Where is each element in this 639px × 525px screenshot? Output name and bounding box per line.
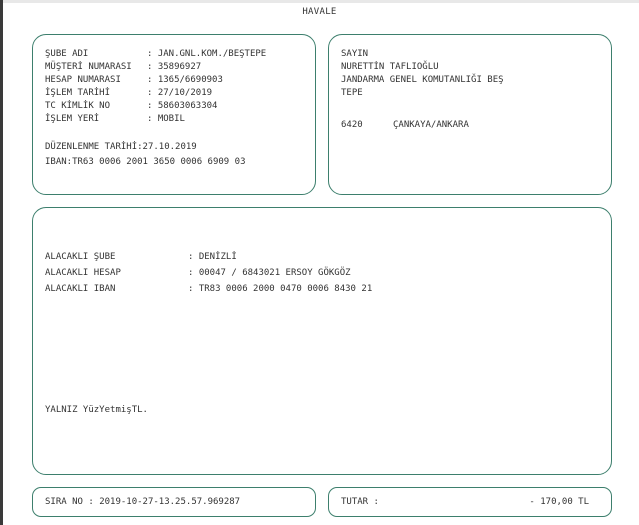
top-edge (0, 0, 639, 3)
beneficiary-branch-label: ALACAKLI ŞUBE (45, 252, 116, 262)
beneficiary-account-row: ALACAKLI HESAP: 00047 / 6843021 ERSOY GÖ… (45, 268, 351, 278)
left-edge (0, 0, 3, 525)
branch-value: JAN.GNL.KOM./BEŞTEPE (157, 49, 267, 59)
recipient-address-box: SAYIN NURETTİN TAFLIOĞLU JANDARMA GENEL … (328, 34, 612, 195)
beneficiary-branch-value: DENİZLİ (198, 252, 237, 262)
salutation: SAYIN (341, 49, 369, 59)
total-box: TUTAR : - 170,00 TL (328, 487, 612, 517)
beneficiary-iban-value: TR83 0006 2000 0470 0006 8430 21 (198, 284, 373, 294)
total-label: TUTAR : (341, 497, 379, 507)
customer-number-row: MÜŞTERİ NUMARASI: 35896927 (45, 62, 202, 72)
transaction-date-value: 27/10/2019 (157, 88, 213, 98)
recipient-name: NURETTİN TAFLIOĞLU (341, 62, 439, 72)
branch-row: ŞUBE ADI: JAN.GNL.KOM./BEŞTEPE (45, 49, 267, 59)
account-number-value: 1365/6690903 (157, 75, 223, 85)
national-id-value: 58603063304 (157, 101, 218, 111)
issue-date: DÜZENLENME TARİHİ:27.10.2019 (45, 142, 197, 152)
sequence-number: SIRA NO : 2019-10-27-13.25.57.969287 (45, 497, 240, 508)
recipient-org: JANDARMA GENEL KOMUTANLIĞI BEŞ (341, 75, 504, 85)
transaction-place-value: MOBIL (157, 114, 185, 124)
transaction-date-label: İŞLEM TARİHİ (45, 88, 111, 98)
national-id-label: TC KİMLİK NO (45, 101, 111, 111)
amount-in-words: YALNIZ YüzYetmişTL. (45, 405, 148, 415)
national-id-row: TC KİMLİK NO: 58603063304 (45, 101, 218, 111)
account-number-row: HESAP NUMARASI: 1365/6690903 (45, 75, 223, 85)
account-number-label: HESAP NUMARASI (45, 75, 121, 85)
beneficiary-box: ALACAKLI ŞUBE: DENİZLİ ALACAKLI HESAP: 0… (32, 207, 612, 475)
sequence-label: SIRA NO : (45, 497, 94, 507)
sequence-value: 2019-10-27-13.25.57.969287 (99, 497, 241, 507)
customer-number-label: MÜŞTERİ NUMARASI (45, 62, 132, 72)
document-title: HAVALE (302, 7, 337, 17)
beneficiary-iban-row: ALACAKLI IBAN: TR83 0006 2000 0470 0006 … (45, 284, 373, 294)
beneficiary-iban-label: ALACAKLI IBAN (45, 284, 116, 294)
beneficiary-account-value: 00047 / 6843021 ERSOY GÖKGÖZ (198, 268, 351, 278)
transaction-place-row: İŞLEM YERİ: MOBIL (45, 114, 185, 124)
customer-number-value: 35896927 (157, 62, 202, 72)
transaction-date-row: İŞLEM TARİHİ: 27/10/2019 (45, 88, 213, 98)
branch-label: ŞUBE ADI (45, 49, 89, 59)
district: ÇANKAYA/ANKARA (393, 120, 469, 130)
transaction-place-label: İŞLEM YERİ (45, 114, 100, 124)
sequence-box: SIRA NO : 2019-10-27-13.25.57.969287 (32, 487, 316, 517)
beneficiary-branch-row: ALACAKLI ŞUBE: DENİZLİ (45, 252, 237, 262)
beneficiary-account-label: ALACAKLI HESAP (45, 268, 121, 278)
total-amount: - 170,00 TL (529, 497, 589, 507)
recipient-org-continued: TEPE (341, 88, 363, 98)
sender-iban: IBAN:TR63 0006 2001 3650 0006 6909 03 (45, 157, 246, 167)
sender-info-box: ŞUBE ADI: JAN.GNL.KOM./BEŞTEPE MÜŞTERİ N… (32, 34, 316, 195)
postal-code: 6420 (341, 120, 363, 130)
